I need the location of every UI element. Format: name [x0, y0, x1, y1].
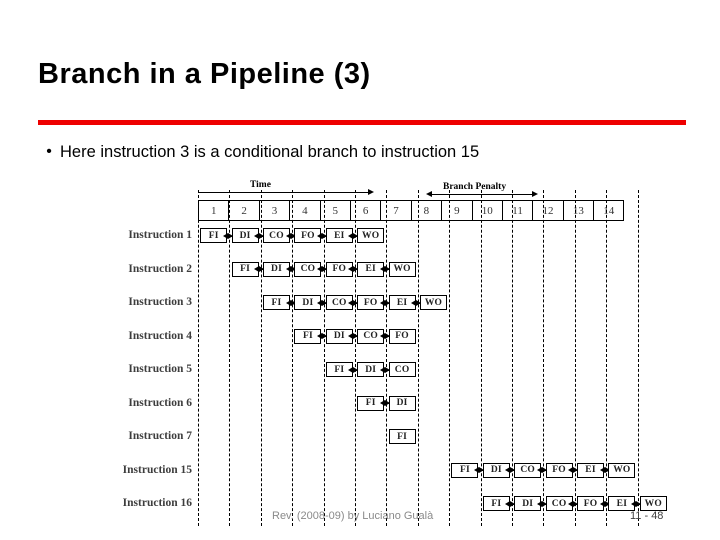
cycle-gridline: [323, 190, 325, 526]
pipeline-stage: FO: [388, 328, 416, 344]
cycle-cell: 11: [501, 200, 534, 221]
cycle-cell: 12: [532, 200, 564, 221]
page-title: Branch in a Pipeline (3): [38, 58, 371, 90]
cycle-gridline: [386, 190, 388, 526]
instruction-row-label: Instruction 15: [122, 463, 192, 476]
pipeline-stage: DI: [388, 395, 416, 411]
bullet-item: • Here instruction 3 is a conditional br…: [38, 141, 698, 163]
cycle-cell: 9: [441, 200, 473, 221]
instruction-row-label: Instruction 7: [128, 430, 192, 442]
cycle-gridline: [512, 190, 513, 526]
cycle-gridline: [574, 190, 576, 526]
cycle-gridline: [480, 190, 482, 526]
cycle-cell: 13: [562, 200, 595, 221]
pipeline-stage: WO: [420, 295, 447, 310]
bullet-text: Here instruction 3 is a conditional bran…: [60, 143, 480, 161]
cycle-gridline: [637, 190, 639, 526]
pipeline-stage: WO: [357, 228, 385, 243]
cycle-cell: 4: [289, 200, 321, 221]
instruction-row-label: Instruction 6: [128, 396, 192, 409]
cycle-gridline: [355, 190, 356, 526]
cycle-gridline: [229, 190, 231, 526]
cycle-gridline: [198, 190, 199, 526]
cycle-cell: 7: [380, 200, 412, 221]
pipeline-stage: WO: [608, 462, 636, 478]
title-divider: [38, 120, 686, 125]
cycle-cell: 1: [198, 200, 230, 221]
instruction-row-label: Instruction 1: [128, 229, 192, 241]
cycle-gridline: [543, 190, 545, 526]
time-axis-label: Time: [250, 180, 271, 190]
cycle-gridline: [449, 190, 451, 526]
branch-penalty-label: Branch Penalty: [443, 182, 507, 192]
cycle-cell: 14: [593, 200, 625, 221]
slide: Branch in a Pipeline (3) • Here instruct…: [0, 0, 720, 540]
time-arrow-line: [198, 192, 368, 193]
instruction-row-label: Instruction 2: [128, 262, 192, 275]
time-arrow-head: [368, 188, 374, 195]
instruction-row-label: Instruction 3: [128, 296, 192, 308]
cycle-header: 1 2 3 4 5 6 7 8 9 10 11 12 13 14: [198, 200, 625, 221]
cycle-gridline: [606, 190, 608, 526]
instruction-row-label: Instruction 5: [128, 363, 192, 375]
pipeline-diagram: Time Branch Penalty 1 2 3 4 5 6 7 8 9 10 11 12 13 14 …: [80, 176, 667, 526]
footer-note: Rev. (2008-09) by Luciano Gualà: [272, 510, 434, 522]
cycle-cell: 10: [471, 200, 503, 221]
cycle-cell: 2: [228, 200, 260, 221]
cycle-gridline: [260, 190, 262, 526]
penalty-arrow-line: [432, 194, 532, 195]
cycle-cell: 8: [410, 200, 443, 221]
cycle-gridline: [417, 190, 419, 526]
pipeline-stage: CO: [388, 362, 416, 377]
instruction-row-label: Instruction 16: [122, 497, 192, 509]
penalty-arrow-head-right: [532, 190, 538, 197]
pipeline-stage: WO: [639, 496, 667, 511]
cycle-cell: 3: [258, 200, 291, 221]
bullet-marker: •: [46, 143, 52, 160]
pipeline-stage: FI: [388, 429, 416, 444]
footer-page-number: 11 - 48: [630, 510, 664, 522]
instruction-row-label: Instruction 4: [128, 329, 192, 342]
cycle-gridline: [292, 190, 294, 526]
penalty-arrow-head-left: [426, 190, 432, 197]
pipeline-stage: WO: [388, 261, 416, 277]
